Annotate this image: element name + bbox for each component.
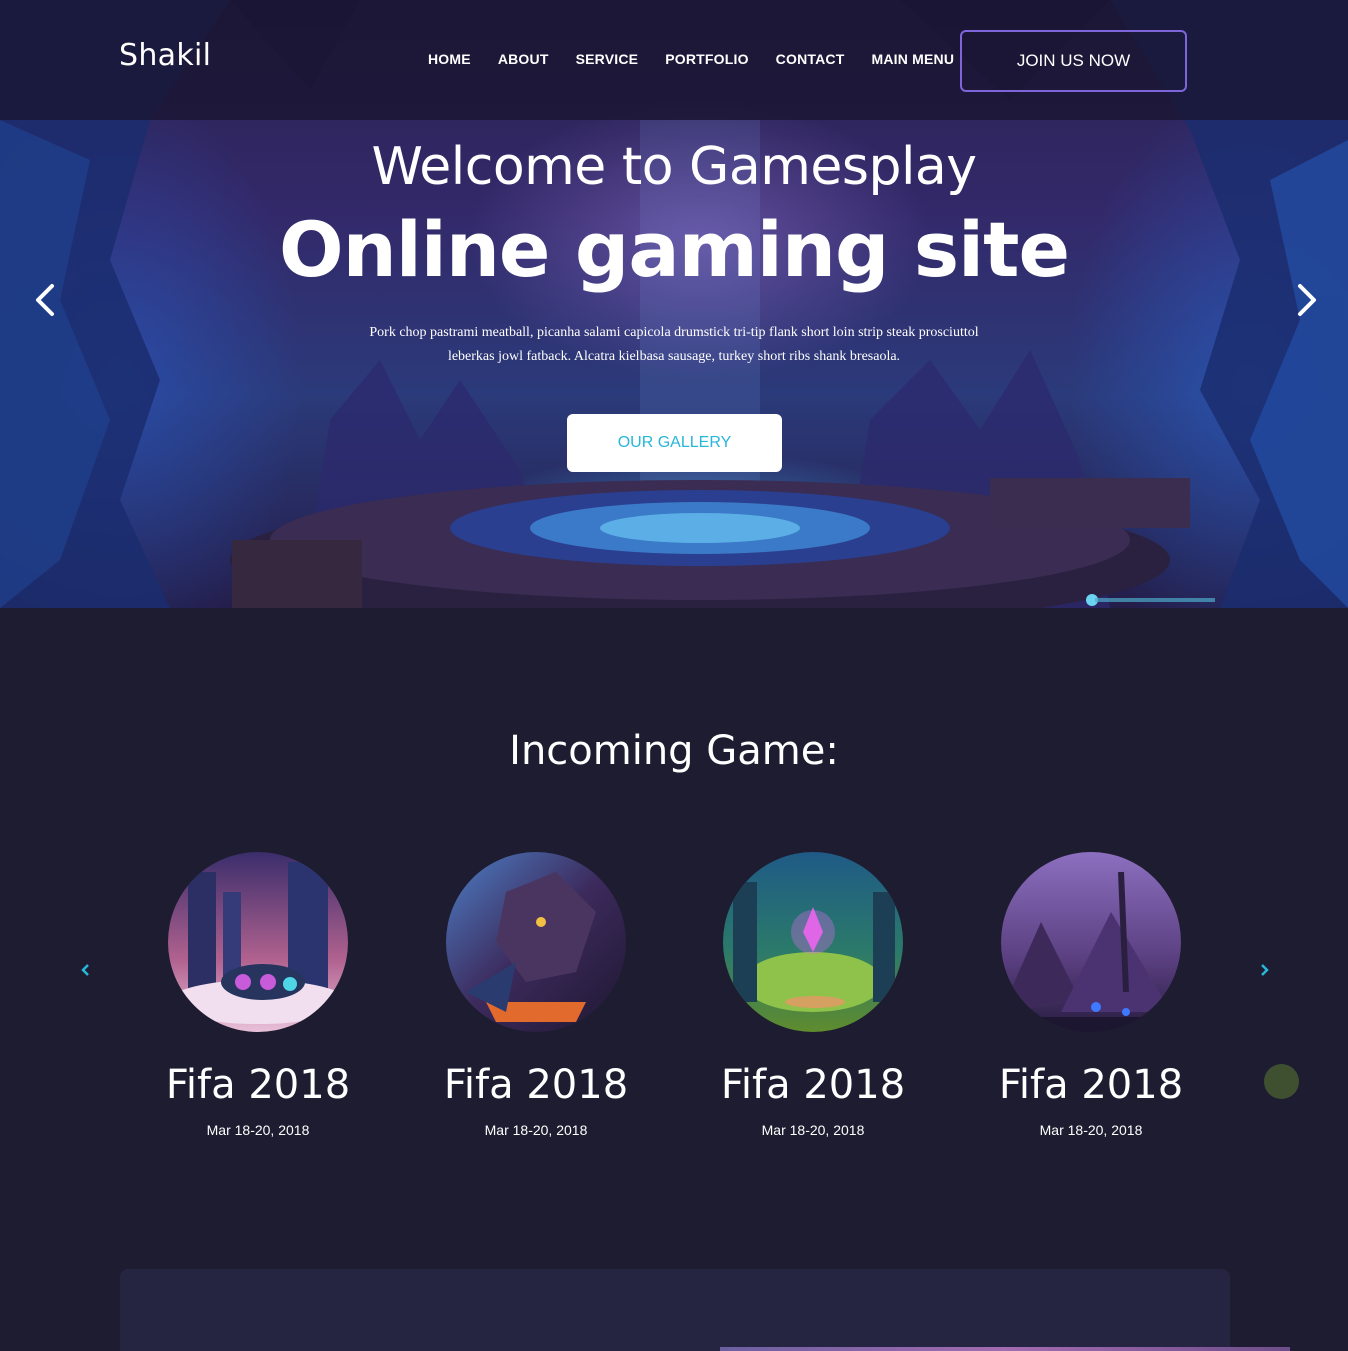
chevron-left-icon[interactable] [26, 280, 66, 320]
nav-portfolio[interactable]: PORTFOLIO [665, 51, 748, 67]
nav-main-menu[interactable]: MAIN MENU [871, 51, 954, 67]
nav-service[interactable]: SERVICE [576, 51, 639, 67]
game-title: Fifa 2018 [720, 1062, 906, 1108]
game-date: Mar 18-20, 2018 [761, 1122, 865, 1138]
nav-home[interactable]: HOME [428, 51, 471, 67]
incoming-games-heading: Incoming Game: [509, 728, 839, 774]
join-us-button[interactable]: JOIN US NOW [960, 30, 1187, 92]
bottom-panel [120, 1269, 1230, 1351]
incoming-games-carousel: Fifa 2018 Mar 18-20, 2018 Fifa 2018 Mar … [0, 852, 1348, 1152]
our-gallery-button[interactable]: OUR GALLERY [567, 414, 782, 472]
top-navbar: Shakil HOME ABOUT SERVICE PORTFOLIO CONT… [0, 0, 1348, 120]
bottom-panel-image-edge [720, 1347, 1290, 1351]
game-card[interactable]: Fifa 2018 Mar 18-20, 2018 [406, 852, 666, 1138]
game-date: Mar 18-20, 2018 [484, 1122, 588, 1138]
floating-dot [1264, 1064, 1299, 1099]
nav-about[interactable]: ABOUT [498, 51, 549, 67]
game-title: Fifa 2018 [998, 1062, 1184, 1108]
game-card[interactable]: Fifa 2018 Mar 18-20, 2018 [961, 852, 1221, 1138]
nav-contact[interactable]: CONTACT [776, 51, 845, 67]
game-date: Mar 18-20, 2018 [1039, 1122, 1143, 1138]
main-nav: HOME ABOUT SERVICE PORTFOLIO CONTACT MAI… [428, 51, 981, 67]
game-thumbnail[interactable] [446, 852, 626, 1032]
game-card[interactable]: Fifa 2018 Mar 18-20, 2018 [128, 852, 388, 1138]
game-thumbnail[interactable] [1001, 852, 1181, 1032]
site-logo[interactable]: Shakil [119, 38, 211, 73]
hero-description: Pork chop pastrami meatball, picanha sal… [369, 325, 979, 364]
game-title: Fifa 2018 [443, 1062, 629, 1108]
game-card[interactable]: Fifa 2018 Mar 18-20, 2018 [683, 852, 943, 1138]
hero-title: Online gaming site [279, 205, 1070, 294]
game-thumbnail[interactable] [168, 852, 348, 1032]
hero-slider: Shakil HOME ABOUT SERVICE PORTFOLIO CONT… [0, 0, 1348, 608]
game-title: Fifa 2018 [165, 1062, 351, 1108]
hero-welcome-text: Welcome to Gamesplay [371, 137, 977, 197]
chevron-right-icon[interactable] [1286, 280, 1326, 320]
game-date: Mar 18-20, 2018 [206, 1122, 310, 1138]
game-thumbnail[interactable] [723, 852, 903, 1032]
